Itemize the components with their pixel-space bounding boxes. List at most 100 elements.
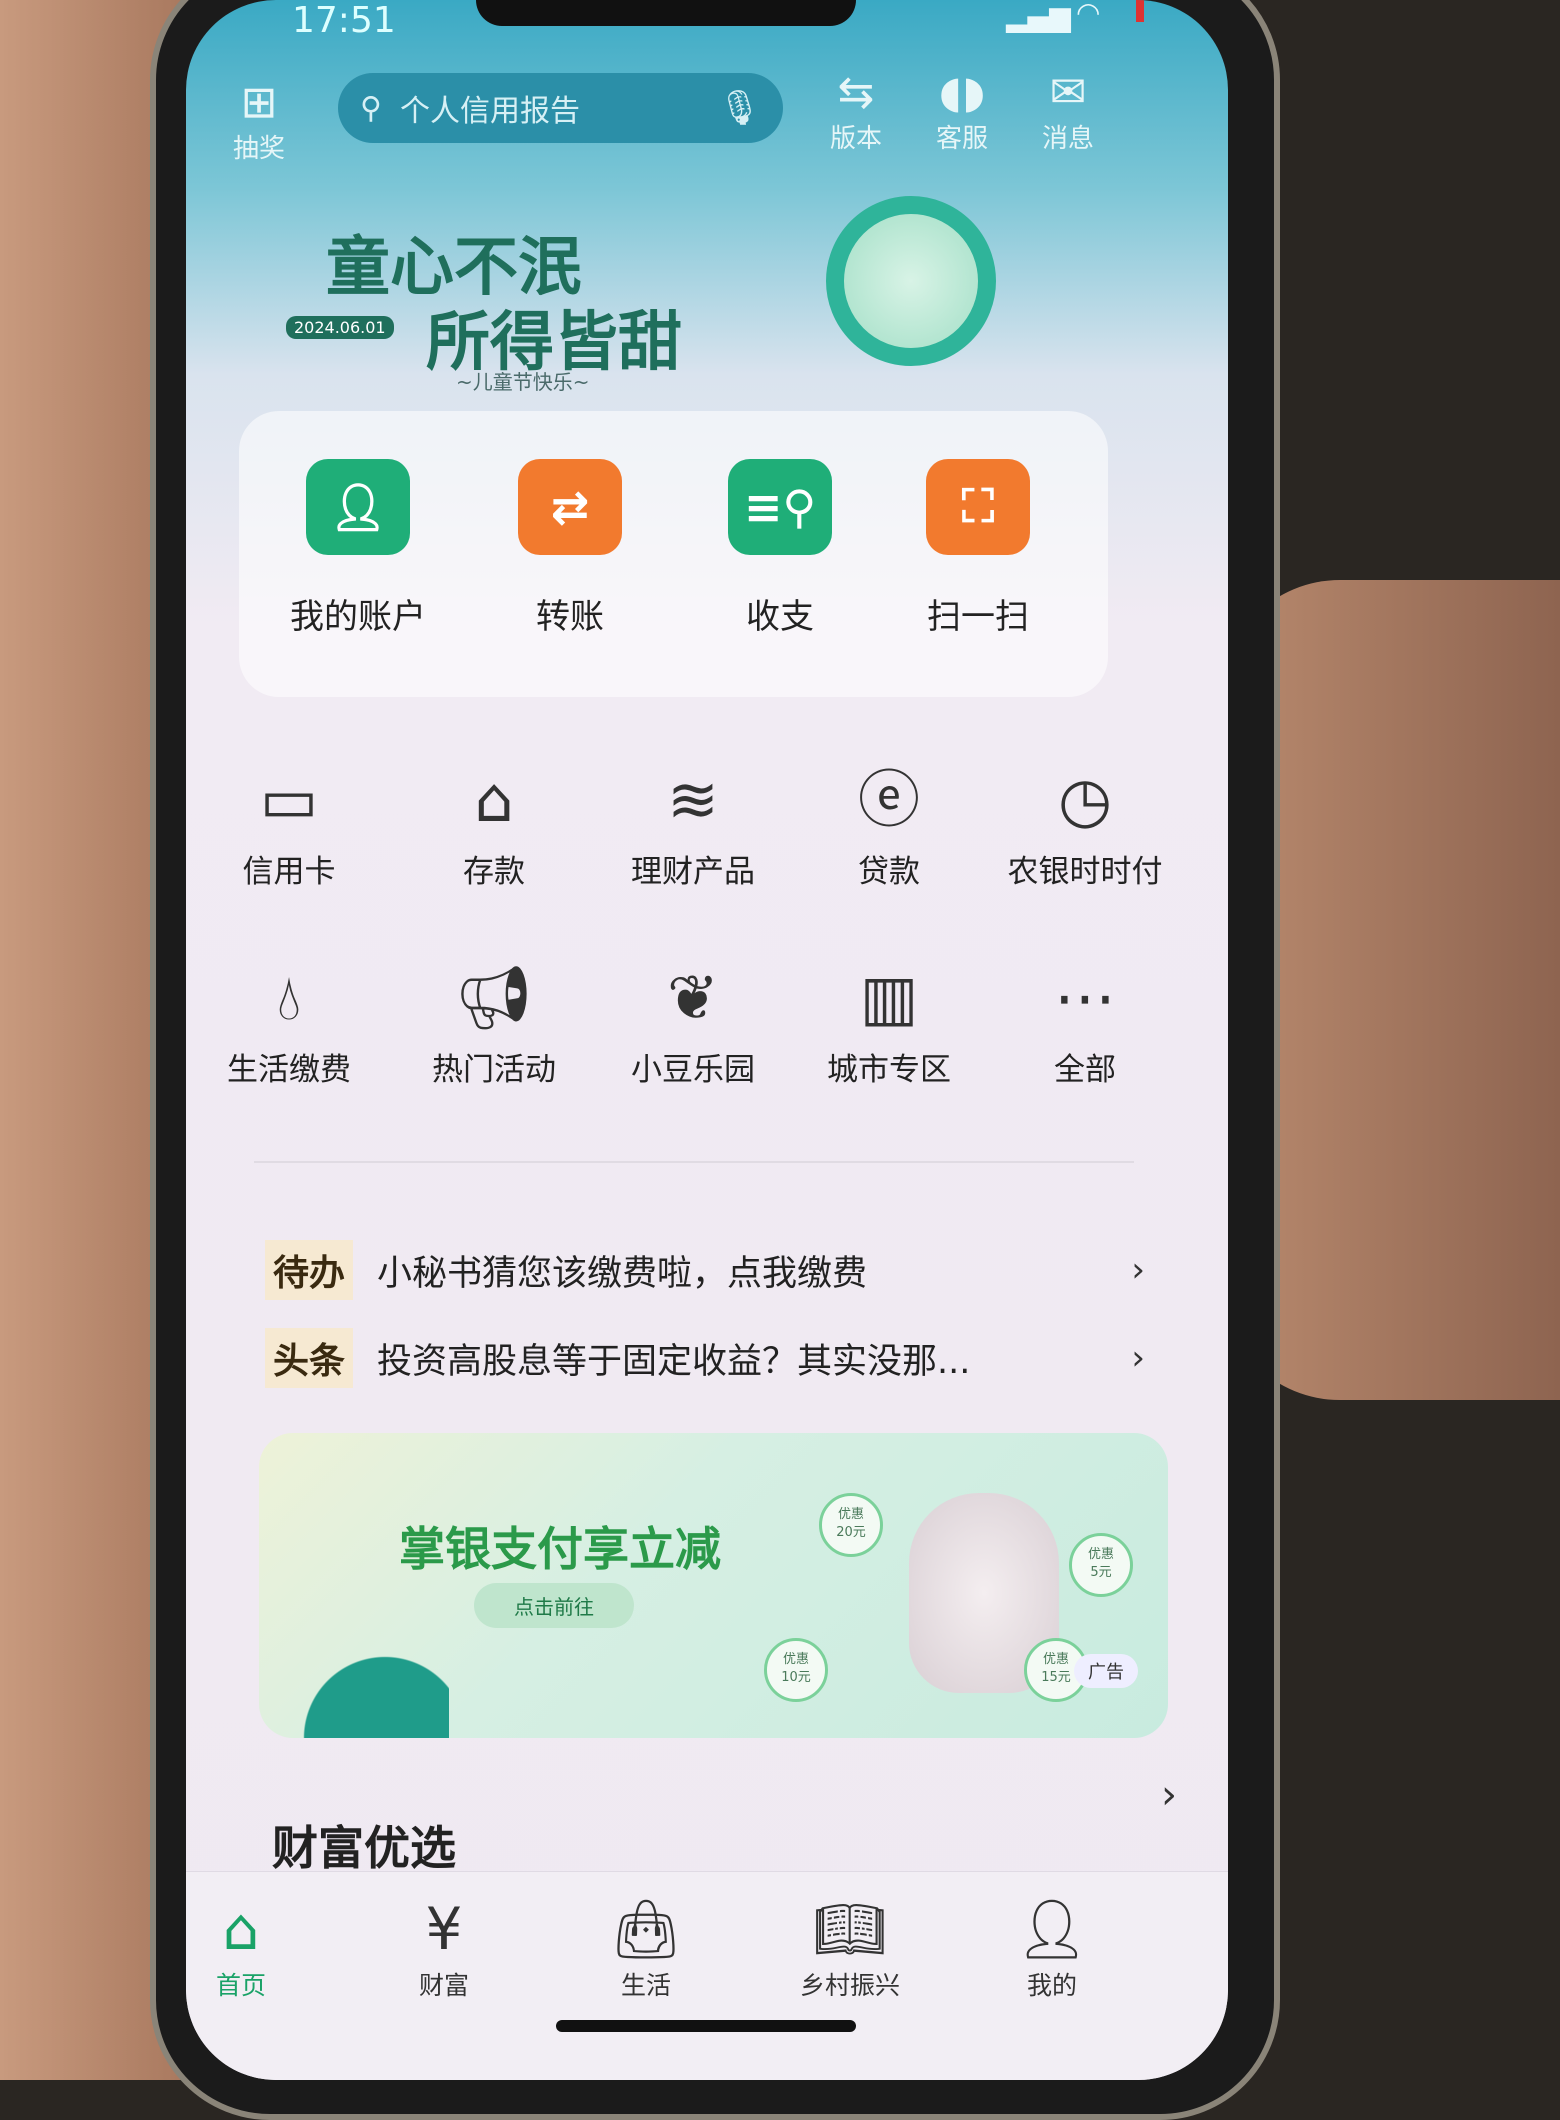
service-3[interactable]: ⓔ 贷款 [794, 760, 984, 891]
water-drop-icon: 💧︎ [276, 961, 302, 1034]
quick-action-1[interactable]: ⇄ 转账 [470, 459, 670, 638]
account-icon: 👤︎ [306, 459, 410, 555]
coupon-label: 优惠 [837, 1507, 864, 1522]
quick-action-label: 转账 [536, 597, 604, 637]
notice-badge: 头条 [265, 1328, 354, 1388]
service-label: 客服 [935, 124, 988, 154]
quick-action-label: 扫一扫 [927, 597, 1029, 637]
wifi-icon: ◠ [1076, 0, 1101, 29]
home-indicator [556, 2020, 856, 2032]
bill-search-icon: ≡⚲ [728, 459, 832, 555]
envelope-icon: ✉ [1049, 67, 1087, 118]
shopping-bag-icon: 👜︎ [609, 1895, 683, 1963]
coins-stack-icon: ≋ [667, 763, 719, 836]
version-switch-icon: ⇆ [837, 67, 875, 118]
nav-label: 生活 [620, 1971, 671, 2000]
megaphone-icon: 📢︎ [454, 961, 534, 1034]
quick-action-0[interactable]: 👤︎ 我的账户 [258, 459, 458, 638]
more-dots-icon: ⋯ [1054, 961, 1116, 1034]
customer-service-button[interactable]: ◖◗ 客服 [922, 68, 1002, 155]
service-8[interactable]: ▥ 城市专区 [794, 958, 984, 1089]
signal-icon: ▂▄▆ [1006, 0, 1071, 33]
quick-actions-card: 👤︎ 我的账户 ⇄ 转账 ≡⚲ 收支 ⛶ 扫一扫 [239, 411, 1108, 697]
nav-tab-2[interactable]: 👜︎ 生活 [561, 1892, 731, 2002]
home-icon: ⌂ [222, 1895, 260, 1963]
lottery-button[interactable]: ⊞ 抽奖 [219, 78, 299, 165]
service-label: 小豆乐园 [631, 1052, 755, 1088]
search-input[interactable]: ⚲ 个人信用报告 🎙︎ [338, 73, 783, 143]
money-bag-icon: ⓔ [857, 763, 920, 836]
service-4[interactable]: ◷ 农银时时付 [990, 760, 1180, 891]
section-more-chevron-icon[interactable]: › [1161, 1772, 1177, 1818]
service-0[interactable]: ▭ 信用卡 [194, 760, 384, 891]
bottom-nav: ⌂ 首页 ¥ 财富 👜︎ 生活 📖︎ 乡村振兴 👤︎ 我的 [186, 1871, 1228, 2080]
gift-icon: ⊞ [240, 77, 278, 128]
service-label: 信用卡 [242, 854, 336, 890]
notice-row[interactable]: 待办 小秘书猜您该缴费啦，点我缴费 › [265, 1240, 1145, 1300]
coupon-label: 优惠 [782, 1652, 809, 1667]
notice-badge: 待办 [265, 1240, 354, 1300]
service-label: 生活缴费 [227, 1052, 351, 1088]
ad-title: 掌银支付享立减 [399, 1522, 721, 1576]
bank-logo-icon [826, 196, 996, 366]
service-2[interactable]: ≋ 理财产品 [598, 760, 788, 891]
lottery-label: 抽奖 [232, 134, 285, 164]
microphone-icon[interactable]: 🎙︎ [718, 88, 761, 128]
banner-date: 2024.06.01 [286, 316, 394, 339]
scan-icon: ⛶ [926, 459, 1030, 555]
service-label: 热门活动 [432, 1052, 556, 1088]
coupon-badge: 优惠 5元 [1069, 1533, 1133, 1597]
quick-action-label: 我的账户 [290, 597, 426, 637]
service-label: 贷款 [858, 854, 920, 890]
promo-banner[interactable]: 童心不泯 2024.06.01 所得皆甜 ~儿童节快乐~ [186, 186, 1228, 411]
ad-banner[interactable]: 掌银支付享立减 点击前往 优惠 20元 优惠 5元 优惠 10元 优惠 15元 … [259, 1433, 1168, 1738]
quick-action-3[interactable]: ⛶ 扫一扫 [878, 459, 1078, 638]
messages-label: 消息 [1041, 124, 1094, 154]
chevron-right-icon: › [1131, 1250, 1145, 1290]
yuan-circle-icon: ¥ [425, 1895, 463, 1963]
transfer-icon: ⇄ [518, 459, 622, 555]
service-9[interactable]: ⋯ 全部 [990, 958, 1180, 1089]
banner-subtitle: ~儿童节快乐~ [456, 370, 590, 394]
service-label: 城市专区 [827, 1052, 951, 1088]
deposit-house-icon: ⌂ [474, 763, 514, 836]
nav-tab-3[interactable]: 📖︎ 乡村振兴 [765, 1892, 935, 2002]
notch [476, 0, 856, 26]
wave-decoration [289, 1628, 449, 1738]
nav-label: 首页 [215, 1971, 266, 2000]
status-time: 17:51 [292, 0, 396, 41]
version-button[interactable]: ⇆ 版本 [816, 68, 896, 155]
battery-icon [1136, 0, 1144, 22]
service-label: 全部 [1054, 1052, 1116, 1088]
bean-icon: ❦ [667, 961, 719, 1034]
service-label: 农银时时付 [1007, 854, 1163, 890]
service-7[interactable]: ❦ 小豆乐园 [598, 958, 788, 1089]
service-1[interactable]: ⌂ 存款 [399, 760, 589, 891]
search-icon: ⚲ [360, 90, 382, 126]
divider [254, 1161, 1134, 1163]
coupon-badge: 优惠 20元 [819, 1493, 883, 1557]
building-icon: ▥ [859, 961, 919, 1034]
service-6[interactable]: 📢︎ 热门活动 [399, 958, 589, 1089]
section-title: 财富优选 [272, 1821, 456, 1875]
quick-action-label: 收支 [746, 597, 814, 637]
coupon-label: 优惠 [1087, 1547, 1114, 1562]
service-5[interactable]: 💧︎ 生活缴费 [194, 958, 384, 1089]
nav-label: 财富 [418, 1971, 469, 2000]
ad-go-button[interactable]: 点击前往 [474, 1583, 634, 1628]
nav-tab-0[interactable]: ⌂ 首页 [186, 1892, 326, 2002]
ad-tag: 广告 [1074, 1654, 1138, 1688]
version-label: 版本 [829, 124, 882, 154]
phone-screen: 17:51 ▂▄▆ ◠ ⊞ 抽奖 ⚲ 个人信用报告 🎙︎ ⇆ 版本 ◖◗ 客服 … [186, 0, 1228, 2080]
notice-text: 小秘书猜您该缴费啦，点我缴费 [377, 1253, 868, 1294]
book-icon: 📖︎ [813, 1895, 887, 1963]
nav-label: 我的 [1026, 1971, 1077, 2000]
quick-action-2[interactable]: ≡⚲ 收支 [680, 459, 880, 638]
notice-row[interactable]: 头条 投资高股息等于固定收益？其实没那... › [265, 1328, 1145, 1388]
nav-tab-4[interactable]: 👤︎ 我的 [967, 1892, 1137, 2002]
nav-tab-1[interactable]: ¥ 财富 [359, 1892, 529, 2002]
messages-button[interactable]: ✉ 消息 [1028, 68, 1108, 155]
search-placeholder: 个人信用报告 [399, 94, 580, 129]
service-label: 存款 [463, 854, 525, 890]
headset-icon: ◖◗ [938, 67, 986, 118]
